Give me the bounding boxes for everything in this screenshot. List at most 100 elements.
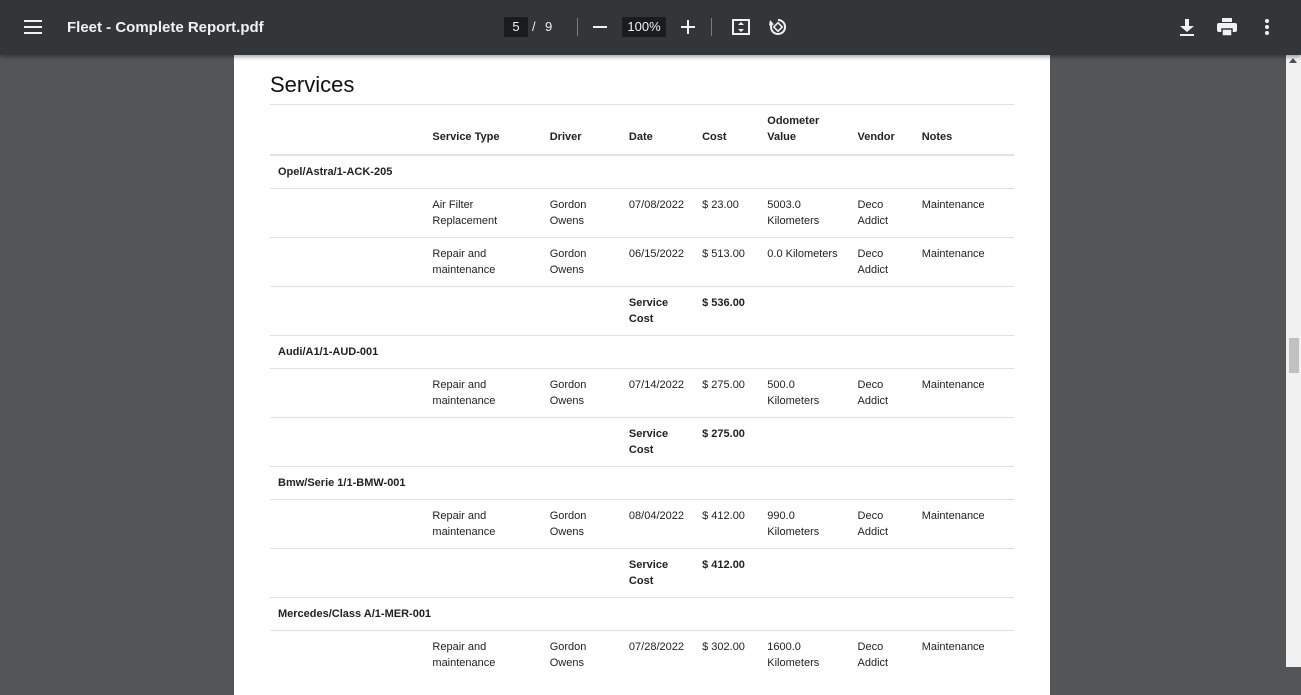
header-driver: Driver — [541, 104, 621, 156]
zoom-out-icon[interactable] — [591, 18, 609, 36]
vendor-cell: Deco Addict — [849, 368, 914, 418]
odometer-cell: 500.0 Kilometers — [759, 368, 850, 418]
vendor-cell — [849, 286, 914, 336]
vendor-cell: Deco Addict — [849, 188, 914, 238]
vehicle-name: Bmw/Serie 1/1-BMW-001 — [270, 466, 1014, 500]
pdf-page: Services Service Type Driver Date Cost O… — [234, 55, 1050, 695]
date-cell: 07/08/2022 — [620, 188, 695, 238]
scroll-up-arrow-icon[interactable] — [1289, 58, 1297, 63]
notes-cell: Maintenance — [913, 237, 1014, 287]
vehicle-cell — [270, 286, 425, 336]
vehicle-cell — [270, 237, 425, 287]
vehicle-group-row: Audi/A1/1-AUD-001 — [270, 335, 1014, 369]
page-total: 9 — [545, 19, 553, 34]
vehicle-cell — [270, 368, 425, 418]
notes-cell — [913, 417, 1014, 467]
service-row: Repair and maintenance Gordon Owens 08/04/… — [270, 499, 1014, 549]
service-type-cell: Repair and maintenance — [424, 499, 542, 549]
toolbar-divider — [577, 18, 578, 36]
print-icon[interactable] — [1216, 17, 1238, 37]
notes-cell: Maintenance — [913, 499, 1014, 549]
cost-cell: $ 513.00 — [694, 237, 760, 287]
vehicle-name: Mercedes/Class A/1-MER-001 — [270, 597, 1014, 631]
vehicle-name: Audi/A1/1-AUD-001 — [270, 335, 1014, 369]
download-icon[interactable] — [1177, 17, 1197, 37]
zoom-level-input[interactable]: 100% — [622, 17, 666, 37]
total-label: Service Cost — [620, 417, 695, 467]
vehicle-cell — [270, 548, 425, 598]
menu-icon[interactable] — [20, 14, 46, 40]
date-cell: 07/14/2022 — [620, 368, 695, 418]
notes-cell: Maintenance — [913, 630, 1014, 679]
pdf-viewer-toolbar: Fleet - Complete Report.pdf 5 / 9 100% — [0, 0, 1301, 55]
total-cost: $ 275.00 — [694, 417, 760, 467]
service-row: Repair and maintenance Gordon Owens 07/14/… — [270, 368, 1014, 418]
table-header-row: Service Type Driver Date Cost Odometer V… — [270, 104, 1014, 156]
header-odometer: Odometer Value — [759, 104, 850, 156]
date-cell: 06/15/2022 — [620, 237, 695, 287]
header-service-type: Service Type — [424, 104, 542, 156]
odometer-cell: 0.0 Kilometers — [759, 237, 850, 287]
date-cell: 08/04/2022 — [620, 499, 695, 549]
service-type-cell: Air Filter Replacement — [424, 188, 542, 238]
total-label: Service Cost — [620, 286, 695, 336]
rotate-icon[interactable] — [767, 16, 789, 38]
page-separator: / — [532, 19, 536, 34]
vehicle-cell — [270, 417, 425, 467]
fit-to-page-icon[interactable] — [731, 17, 751, 37]
vehicle-group-row: Mercedes/Class A/1-MER-001 — [270, 597, 1014, 631]
service-cost-total-row: Service Cost $ 536.00 — [270, 286, 1014, 336]
cost-cell: $ 412.00 — [694, 499, 760, 549]
odometer-cell — [759, 417, 850, 467]
service-cost-total-row: Service Cost $ 275.00 — [270, 417, 1014, 467]
driver-cell: Gordon Owens — [541, 499, 621, 549]
odometer-cell — [759, 286, 850, 336]
vehicle-cell — [270, 188, 425, 238]
notes-cell — [913, 286, 1014, 336]
vendor-cell — [849, 548, 914, 598]
service-row: Repair and maintenance Gordon Owens 07/28/… — [270, 630, 1014, 679]
zoom-in-icon[interactable] — [679, 18, 697, 36]
cost-cell: $ 302.00 — [694, 630, 760, 679]
header-vendor: Vendor — [849, 104, 914, 156]
vendor-cell: Deco Addict — [849, 630, 914, 679]
header-vehicle — [270, 104, 425, 156]
driver-cell: Gordon Owens — [541, 368, 621, 418]
driver-cell: Gordon Owens — [541, 630, 621, 679]
service-type-cell — [424, 548, 542, 598]
cost-cell: $ 23.00 — [694, 188, 760, 238]
service-type-cell — [424, 417, 542, 467]
service-row: Repair and maintenance Gordon Owens 06/15/… — [270, 237, 1014, 287]
vendor-cell — [849, 417, 914, 467]
vendor-cell: Deco Addict — [849, 237, 914, 287]
vehicle-cell — [270, 499, 425, 549]
header-notes: Notes — [913, 104, 1014, 156]
notes-cell: Maintenance — [913, 368, 1014, 418]
header-date: Date — [620, 104, 695, 156]
vehicle-cell — [270, 630, 425, 679]
section-title: Services — [270, 72, 355, 97]
odometer-cell: 5003.0 Kilometers — [759, 188, 850, 238]
odometer-cell: 1600.0 Kilometers — [759, 630, 850, 679]
service-type-cell: Repair and maintenance — [424, 368, 542, 418]
vehicle-group-row: Bmw/Serie 1/1-BMW-001 — [270, 466, 1014, 500]
toolbar-divider — [711, 18, 712, 36]
service-cost-total-row: Service Cost $ 412.00 — [270, 548, 1014, 598]
cost-cell: $ 275.00 — [694, 368, 760, 418]
total-cost: $ 536.00 — [694, 286, 760, 336]
document-title: Fleet - Complete Report.pdf — [67, 19, 264, 36]
service-row: Air Filter Replacement Gordon Owens 07/08/… — [270, 188, 1014, 238]
service-type-cell: Repair and maintenance — [424, 630, 542, 679]
more-options-icon[interactable] — [1257, 17, 1277, 37]
vehicle-group-row: Opel/Astra/1-ACK-205 — [270, 154, 1014, 189]
odometer-cell: 990.0 Kilometers — [759, 499, 850, 549]
page-number-input[interactable]: 5 — [504, 17, 528, 37]
driver-cell — [541, 548, 621, 598]
scrollbar-thumb[interactable] — [1289, 338, 1299, 373]
table-body: Opel/Astra/1-ACK-205 Air Filter Replaceme… — [270, 154, 1014, 679]
header-cost: Cost — [694, 104, 760, 156]
driver-cell: Gordon Owens — [541, 188, 621, 238]
vendor-cell: Deco Addict — [849, 499, 914, 549]
driver-cell: Gordon Owens — [541, 237, 621, 287]
vehicle-name: Opel/Astra/1-ACK-205 — [270, 154, 1014, 189]
